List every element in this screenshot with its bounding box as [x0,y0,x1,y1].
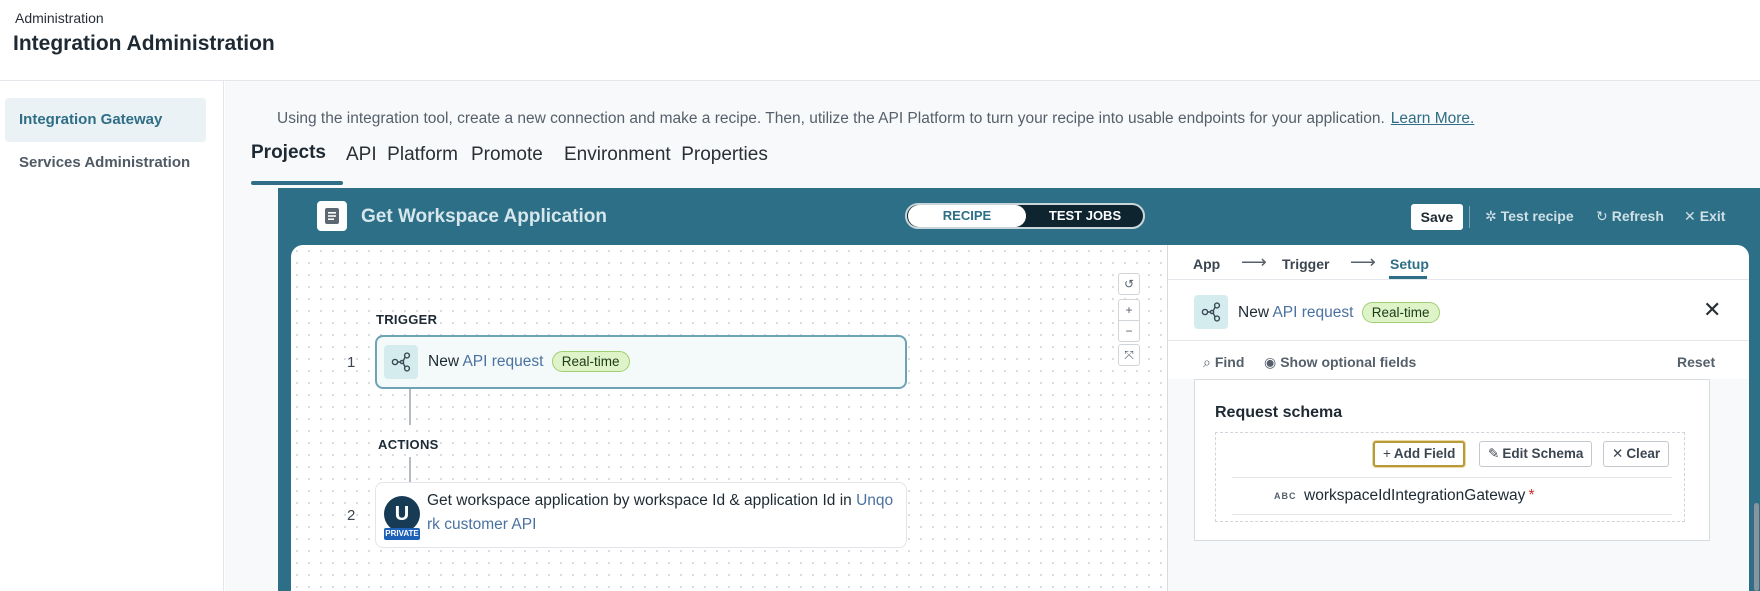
step-number: 2 [347,507,356,524]
action-app-link[interactable]: Unqo [856,492,893,509]
schema-title: Request schema [1215,404,1343,421]
close-icon: ✕ [1684,208,1696,224]
trigger-app-link[interactable]: API request [462,353,543,370]
trigger-step-text: New API request Real-time [428,351,630,372]
panel-step-setup[interactable]: Setup [1390,256,1429,272]
api-request-icon [1194,295,1228,329]
tab-active-indicator [251,181,343,185]
arrow-right-icon: ⟶ [1241,252,1267,272]
realtime-badge: Real-time [551,351,630,372]
zoom-out-icon[interactable]: − [1118,320,1140,342]
recipe-document-icon [317,201,347,231]
schema-editor: + Add Field ✎ Edit Schema ✕ Clear ABC works… [1215,432,1685,522]
search-icon: ⌕ [1203,354,1211,370]
exit-button[interactable]: ✕ Exit [1684,208,1725,225]
action-step-card[interactable]: U PRIVATE Get workspace application by w… [375,482,907,548]
edit-schema-button[interactable]: ✎ Edit Schema [1479,441,1593,467]
trigger-step-card[interactable]: New API request Real-time [375,335,907,389]
tab-environment-properties[interactable]: Environment Properties [564,144,768,166]
learn-more-link[interactable]: Learn More. [1391,110,1475,127]
panel-step-trigger[interactable]: Trigger [1282,256,1329,272]
panel-scrollbar[interactable] [1754,503,1759,591]
action-description: Get workspace application by workspace I… [427,492,852,509]
recipe-canvas[interactable]: ↺ + − ⤧ TRIGGER 1 New API request Real-t… [291,245,1167,591]
refresh-icon: ↻ [1596,208,1608,224]
find-label: Find [1214,354,1245,370]
show-optional-fields-button[interactable]: ◉ Show optional fields [1264,354,1416,371]
page-title: Integration Administration [13,32,275,55]
private-badge: PRIVATE [384,528,420,540]
panel-step-app[interactable]: App [1193,256,1220,272]
trigger-section-label: TRIGGER [376,312,438,327]
edit-schema-label: Edit Schema [1502,446,1584,461]
add-field-button[interactable]: + Add Field [1373,441,1466,467]
arrow-right-icon: ⟶ [1350,252,1376,272]
recipe-mode-toggle[interactable]: RECIPE TEST JOBS [905,203,1145,229]
toggle-recipe[interactable]: RECIPE [908,205,1026,227]
panel-heading-prefix: New [1238,304,1270,321]
action-step-text: Get workspace application by workspace I… [427,492,893,510]
test-recipe-label: Test recipe [1500,208,1574,224]
panel-form-area: Request schema + Add Field ✎ Edit Schema ✕… [1168,379,1749,591]
panel-heading-link[interactable]: API request [1272,304,1353,321]
connector-line [409,389,411,425]
exit-label: Exit [1699,208,1726,224]
recipe-title: Get Workspace Application [361,206,607,227]
reset-view-icon[interactable]: ↺ [1118,273,1140,295]
divider [1168,279,1749,280]
find-button[interactable]: ⌕ Find [1203,354,1244,371]
save-button[interactable]: Save [1411,204,1463,230]
refresh-label: Refresh [1611,208,1664,224]
api-request-icon [384,345,418,379]
info-description: Using the integration tool, create a new… [277,110,1385,127]
actions-section-label: ACTIONS [378,437,439,452]
add-field-label: Add Field [1393,446,1456,461]
clear-label: Clear [1626,446,1661,461]
field-name-text: workspaceIdIntegrationGateway [1304,487,1526,504]
divider [1168,340,1749,341]
sidebar-item-services-administration[interactable]: Services Administration [5,141,206,185]
tab-api-platform[interactable]: API Platform [346,144,458,166]
page-header: Administration Integration Administratio… [0,0,1760,81]
field-type-indicator: ABC [1274,491,1297,501]
step-config-panel: App ⟶ Trigger ⟶ Setup New API request Re… [1167,245,1749,591]
info-text: Using the integration tool, create a new… [277,110,1474,128]
schema-field-row[interactable]: ABC workspaceIdIntegrationGateway * [1232,477,1672,515]
close-icon: ✕ [1612,446,1624,461]
request-schema-card: Request schema + Add Field ✎ Edit Schema ✕… [1194,379,1710,541]
panel-heading: New API request Real-time [1238,302,1440,323]
app-avatar: U [384,496,420,532]
show-optional-label: Show optional fields [1280,354,1417,370]
plus-icon: + [1383,446,1391,461]
step-number: 1 [347,354,356,371]
tab-projects[interactable]: Projects [251,142,326,164]
breadcrumb[interactable]: Administration [15,10,104,26]
action-app-link-continued[interactable]: rk customer API [427,516,536,534]
toggle-test-jobs[interactable]: TEST JOBS [1027,205,1143,227]
trigger-prefix: New [428,353,460,370]
sidebar: Integration Gateway Services Administrat… [0,81,224,591]
zoom-in-icon[interactable]: + [1118,299,1140,321]
tab-promote[interactable]: Promote [471,144,543,166]
refresh-button[interactable]: ↻ Refresh [1596,208,1664,225]
test-recipe-button[interactable]: ✲ Test recipe [1485,208,1574,225]
fit-view-icon[interactable]: ⤧ [1118,344,1140,366]
eye-icon: ◉ [1264,354,1277,370]
required-marker: * [1528,487,1535,504]
reset-button[interactable]: Reset [1677,354,1715,370]
gear-icon: ✲ [1485,208,1497,224]
field-name: workspaceIdIntegrationGateway * [1304,487,1534,505]
toolbar-divider [1469,206,1470,228]
clear-button[interactable]: ✕ Clear [1603,441,1670,467]
realtime-badge: Real-time [1361,302,1440,323]
sidebar-item-integration-gateway[interactable]: Integration Gateway [5,98,206,142]
close-panel-icon[interactable]: ✕ [1703,299,1721,321]
pencil-icon: ✎ [1488,446,1500,461]
recipe-frame: Get Workspace Application RECIPE TEST JO… [278,188,1760,591]
